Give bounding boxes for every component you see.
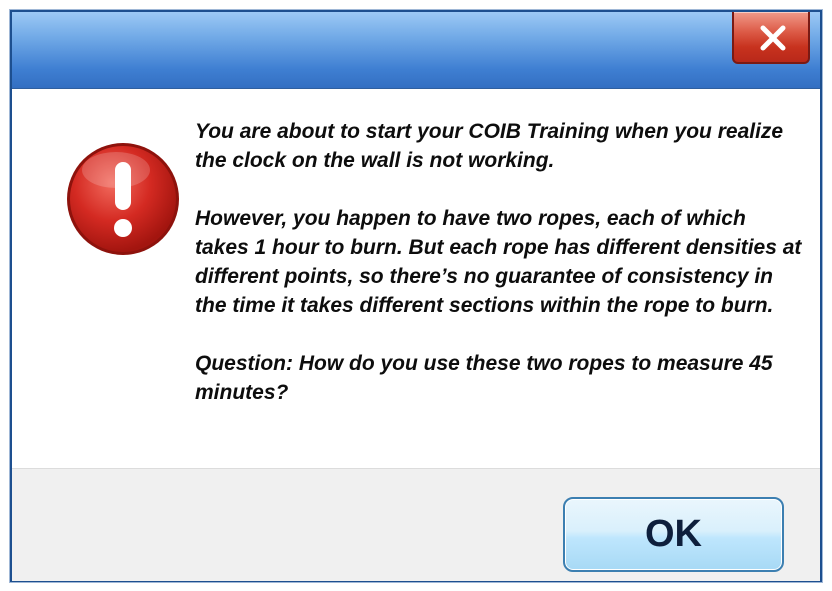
title-bar[interactable] [12,12,820,89]
message-intro: You are about to start your COIB Trainin… [195,120,784,172]
close-x-icon [760,25,786,51]
exclamation-error-icon [67,143,179,255]
dialog-message: You are about to start your COIB Trainin… [195,117,805,407]
dialog-content: You are about to start your COIB Trainin… [12,89,820,468]
dialog-window: You are about to start your COIB Trainin… [10,10,822,582]
dialog-footer: OK [12,468,820,581]
message-details: However, you happen to have two ropes, e… [195,207,802,317]
close-button[interactable] [732,12,810,64]
message-question: Question: How do you use these two ropes… [195,352,773,404]
ok-button[interactable]: OK [563,497,784,572]
